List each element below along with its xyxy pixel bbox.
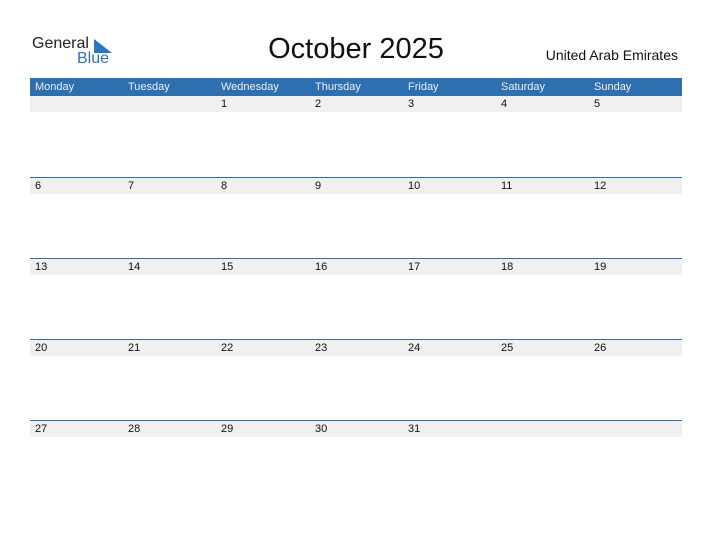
day-number: 24	[408, 342, 421, 354]
empty-day-cell	[496, 420, 589, 501]
day-number: 21	[128, 342, 141, 354]
week-row: 6 7 8 9 10 11 12	[30, 177, 682, 258]
day-cell: 31	[403, 420, 496, 501]
week-row: 13 14 15 16 17 18 19	[30, 258, 682, 339]
day-number: 9	[315, 180, 322, 192]
day-number: 23	[315, 342, 328, 354]
weekday-saturday: Saturday	[501, 81, 546, 93]
day-number: 2	[315, 98, 322, 110]
day-number: 15	[221, 261, 234, 273]
day-cell: 24	[403, 339, 496, 420]
day-cell: 28	[123, 420, 216, 501]
day-cell: 19	[589, 258, 682, 339]
day-cell: 30	[310, 420, 403, 501]
day-cell: 21	[123, 339, 216, 420]
week-row: 27 28 29 30 31	[30, 420, 682, 501]
day-cell: 7	[123, 177, 216, 258]
day-number: 17	[408, 261, 421, 273]
empty-day-cell	[589, 420, 682, 501]
day-number: 18	[501, 261, 514, 273]
day-number: 7	[128, 180, 135, 192]
day-number: 3	[408, 98, 415, 110]
empty-day-cell	[123, 96, 216, 177]
day-number: 4	[501, 98, 508, 110]
day-number: 8	[221, 180, 228, 192]
weekday-friday: Friday	[408, 81, 439, 93]
day-cell: 4	[496, 96, 589, 177]
day-number: 10	[408, 180, 421, 192]
day-cell: 14	[123, 258, 216, 339]
day-cell: 23	[310, 339, 403, 420]
day-cell: 27	[30, 420, 123, 501]
day-cell: 9	[310, 177, 403, 258]
day-cell: 25	[496, 339, 589, 420]
day-number: 22	[221, 342, 234, 354]
country-label: United Arab Emirates	[545, 47, 678, 63]
day-cell: 10	[403, 177, 496, 258]
week-row: 20 21 22 23 24 25 26	[30, 339, 682, 420]
weekday-tuesday: Tuesday	[128, 81, 170, 93]
empty-day-cell	[30, 96, 123, 177]
day-cell: 26	[589, 339, 682, 420]
day-number: 5	[594, 98, 601, 110]
day-number: 1	[221, 98, 228, 110]
day-number: 31	[408, 423, 421, 435]
weekday-wednesday: Wednesday	[221, 81, 279, 93]
weekday-sunday: Sunday	[594, 81, 632, 93]
day-cell: 13	[30, 258, 123, 339]
day-number: 13	[35, 261, 48, 273]
day-cell: 20	[30, 339, 123, 420]
day-number: 29	[221, 423, 234, 435]
day-cell: 16	[310, 258, 403, 339]
day-cell: 29	[216, 420, 309, 501]
day-cell: 12	[589, 177, 682, 258]
day-number: 30	[315, 423, 328, 435]
day-cell: 6	[30, 177, 123, 258]
weekday-header: Monday Tuesday Wednesday Thursday Friday…	[30, 78, 682, 96]
day-cell: 18	[496, 258, 589, 339]
week-row: 1 2 3 4 5	[30, 96, 682, 177]
day-number: 12	[594, 180, 607, 192]
day-cell: 15	[216, 258, 309, 339]
day-number: 20	[35, 342, 48, 354]
day-cell: 11	[496, 177, 589, 258]
day-cell: 1	[216, 96, 309, 177]
day-number: 16	[315, 261, 328, 273]
day-cell: 3	[403, 96, 496, 177]
day-number: 19	[594, 261, 607, 273]
weekday-monday: Monday	[35, 81, 75, 93]
day-cell: 22	[216, 339, 309, 420]
day-number: 6	[35, 180, 42, 192]
day-number: 14	[128, 261, 141, 273]
day-cell: 8	[216, 177, 309, 258]
day-number: 25	[501, 342, 514, 354]
day-number: 28	[128, 423, 141, 435]
weekday-thursday: Thursday	[315, 81, 361, 93]
day-number: 27	[35, 423, 48, 435]
day-cell: 17	[403, 258, 496, 339]
day-cell: 5	[589, 96, 682, 177]
day-cell: 2	[310, 96, 403, 177]
day-number: 11	[501, 180, 513, 192]
day-number: 26	[594, 342, 607, 354]
